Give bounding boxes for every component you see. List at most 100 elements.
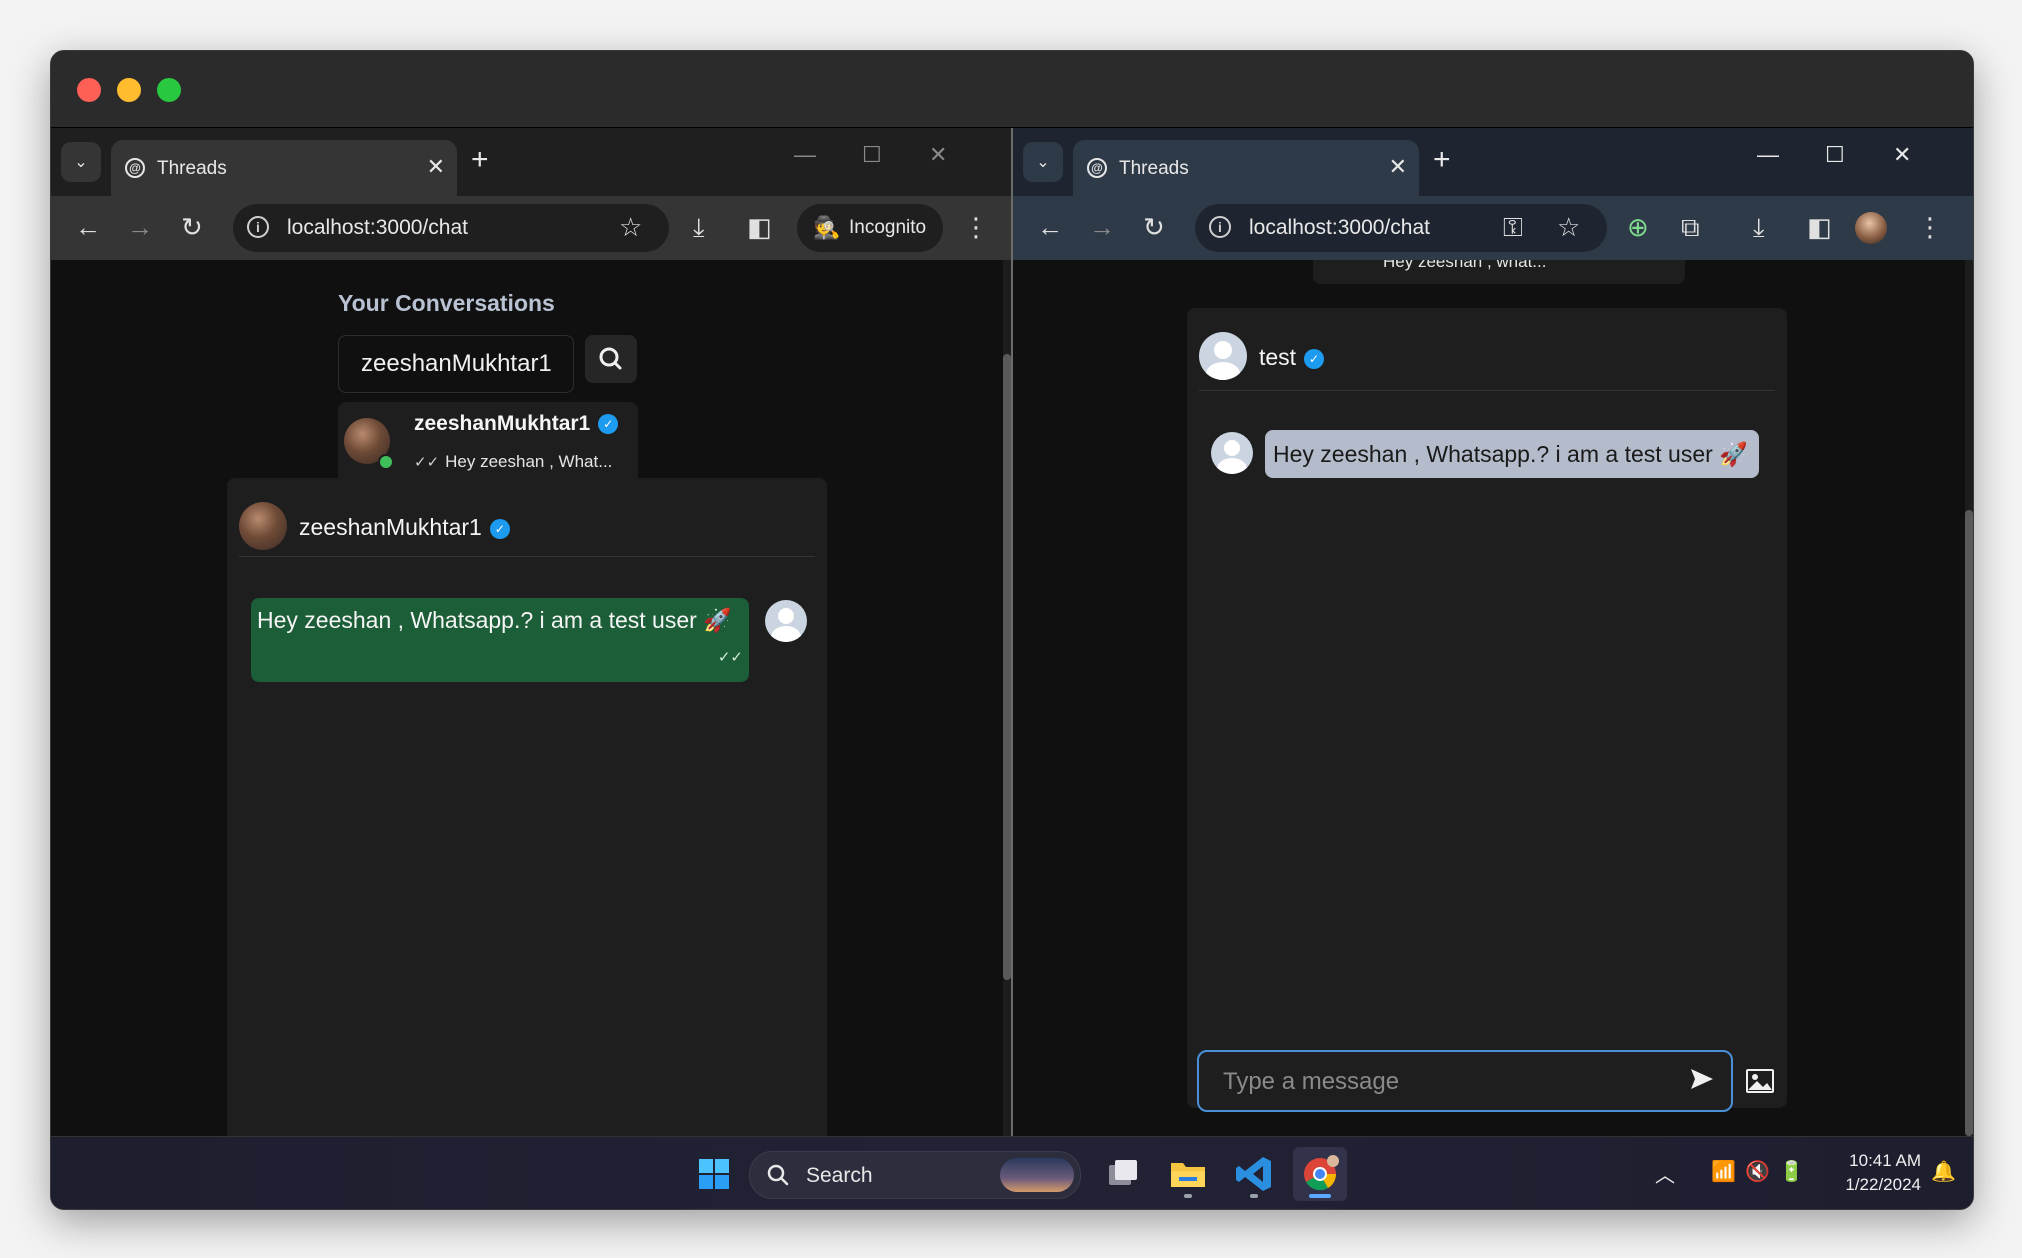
maximize-icon[interactable]: ☐ (862, 142, 882, 168)
scrollbar-thumb[interactable] (1965, 510, 1973, 1136)
conversation-item-peek[interactable]: Hey zeesnan , wnat... (1313, 260, 1685, 284)
bookmark-star-icon[interactable]: ☆ (619, 212, 642, 242)
tab-threads[interactable]: @ Threads ✕ (1073, 140, 1419, 196)
vscode-icon[interactable] (1227, 1147, 1281, 1201)
conversation-search-input[interactable] (338, 335, 574, 393)
chevron-up-icon[interactable]: ︿ (1655, 1159, 1675, 1188)
verified-badge-icon: ✓ (598, 414, 619, 435)
incognito-badge[interactable]: 🕵 Incognito (797, 204, 943, 252)
tab-title: Threads (157, 158, 227, 179)
profile-avatar[interactable] (1855, 212, 1887, 244)
download-icon[interactable]: ⤓ (693, 212, 705, 242)
conversations-title: Your Conversations (338, 290, 555, 316)
system-clock[interactable]: 10:41 AM 1/22/2024 (1821, 1149, 1921, 1197)
tab-strip: ⌄ @ Threads ✕ + — ☐ ✕ (51, 128, 1011, 196)
url-text: localhost:3000/chat (1249, 216, 1430, 239)
default-avatar-icon (1199, 332, 1247, 380)
chat-partner-name-text: zeeshanMukhtar1 (299, 514, 482, 540)
extensions-puzzle-icon[interactable]: ⧉ (1681, 212, 1700, 242)
bookmark-star-icon[interactable]: ☆ (1557, 212, 1580, 242)
download-icon[interactable]: ⤓ (1753, 212, 1765, 242)
incoming-message-bubble: Hey zeeshan , Whatsapp.? i am a test use… (1265, 430, 1759, 478)
running-indicator (1309, 1194, 1331, 1198)
incognito-icon: 🕵 (813, 215, 841, 240)
wifi-icon[interactable]: 📶 (1711, 1159, 1736, 1184)
back-arrow-icon[interactable]: ← (75, 212, 101, 242)
new-tab-plus-icon[interactable]: + (471, 142, 489, 178)
reload-icon[interactable]: ↻ (1143, 212, 1165, 242)
search-button[interactable] (585, 335, 637, 383)
message-input[interactable] (1221, 1062, 1665, 1102)
site-info-icon[interactable]: i (247, 216, 269, 238)
reload-icon[interactable]: ↻ (181, 212, 203, 242)
taskbar: Search ︿ 📶 🔇 🔋 10:41 AM 1/22/2024 🔔 (51, 1136, 1973, 1209)
tab-close-icon[interactable]: ✕ (1389, 154, 1407, 180)
conversation-name-text: zeeshanMukhtar1 (414, 412, 591, 435)
tab-strip: ⌄ @ Threads ✕ + — ☐ ✕ (1013, 128, 1973, 196)
conversation-item[interactable]: zeeshanMukhtar1 ✓ ✓✓ Hey zeeshan , What... (338, 402, 638, 484)
online-status-dot (378, 454, 394, 470)
conversation-preview: ✓✓ Hey zeeshan , What... (414, 452, 612, 472)
browser-toolbar: ← → ↻ i localhost:3000/chat ⚿ ☆ ⊕ ⧉ ⤓ ◧ … (1013, 196, 1973, 260)
close-window-icon[interactable]: ✕ (1893, 142, 1911, 168)
minimize-icon[interactable]: — (794, 142, 816, 168)
side-panel-icon[interactable]: ◧ (747, 212, 772, 242)
windows-start-icon[interactable] (687, 1147, 741, 1201)
site-info-icon[interactable]: i (1209, 216, 1231, 238)
verified-badge-icon: ✓ (1304, 348, 1325, 369)
address-bar[interactable]: i localhost:3000/chat ⚿ ☆ (1195, 204, 1607, 252)
menu-kebab-icon[interactable]: ⋮ (1917, 212, 1943, 242)
minimize-icon[interactable]: — (1757, 142, 1779, 168)
page-content: Your Conversations zeeshanMukhtar1 ✓ ✓✓ He… (51, 260, 1011, 1136)
send-icon[interactable] (1689, 1066, 1715, 1097)
running-indicator (1250, 1194, 1258, 1198)
menu-kebab-icon[interactable]: ⋮ (963, 212, 989, 242)
battery-icon[interactable]: 🔋 (1779, 1159, 1804, 1184)
left-browser-window: ⌄ @ Threads ✕ + — ☐ ✕ ← → ↻ i localhost:… (51, 128, 1011, 1136)
clock-date: 1/22/2024 (1845, 1175, 1921, 1194)
default-avatar-icon (1211, 432, 1253, 474)
tab-close-icon[interactable]: ✕ (427, 154, 445, 180)
tab-threads[interactable]: @ Threads ✕ (111, 140, 457, 196)
message-text: Hey zeeshan , Whatsapp.? i am a test use… (1273, 441, 1748, 467)
volume-muted-icon[interactable]: 🔇 (1745, 1159, 1770, 1184)
scrollbar-thumb[interactable] (1003, 354, 1011, 980)
tab-search-chevron-icon[interactable]: ⌄ (61, 142, 101, 182)
add-extension-icon[interactable]: ⊕ (1627, 212, 1649, 242)
search-icon (767, 1164, 789, 1186)
back-arrow-icon[interactable]: ← (1037, 212, 1063, 242)
threads-favicon-icon: @ (125, 158, 145, 178)
chrome-icon[interactable] (1293, 1147, 1347, 1201)
address-bar[interactable]: i localhost:3000/chat ☆ (233, 204, 669, 252)
scrollbar[interactable] (1003, 260, 1011, 1136)
page-content: Hey zeesnan , wnat... test ✓ Hey zeeshan … (1013, 260, 1973, 1136)
forward-arrow-icon[interactable]: → (1089, 212, 1115, 242)
minimize-traffic-light[interactable] (117, 78, 141, 102)
file-explorer-icon[interactable] (1161, 1147, 1215, 1201)
task-view-icon[interactable] (1095, 1147, 1149, 1201)
mac-titlebar (51, 51, 1973, 128)
new-tab-plus-icon[interactable]: + (1433, 142, 1451, 178)
zoom-traffic-light[interactable] (157, 78, 181, 102)
chat-panel: test ✓ Hey zeeshan , Whatsapp.? i am a te… (1187, 308, 1787, 1112)
avatar (239, 502, 287, 550)
close-window-icon[interactable]: ✕ (929, 142, 947, 168)
chat-header: test ✓ (1199, 328, 1775, 391)
mac-window: ⌄ @ Threads ✕ + — ☐ ✕ ← → ↻ i localhost:… (50, 50, 1974, 1210)
verified-badge-icon: ✓ (489, 518, 510, 539)
password-key-icon[interactable]: ⚿ (1503, 212, 1523, 242)
maximize-icon[interactable]: ☐ (1825, 142, 1845, 168)
side-panel-icon[interactable]: ◧ (1807, 212, 1832, 242)
chat-partner-name-text: test (1259, 344, 1297, 370)
clock-time: 10:41 AM (1849, 1151, 1921, 1170)
scrollbar[interactable] (1965, 260, 1973, 1136)
chat-partner-name: test ✓ (1259, 344, 1325, 371)
close-traffic-light[interactable] (77, 78, 101, 102)
image-upload-icon[interactable] (1745, 1068, 1775, 1094)
chat-header: zeeshanMukhtar1 ✓ (239, 498, 815, 557)
notification-bell-icon[interactable]: 🔔 (1931, 1159, 1956, 1184)
tab-search-chevron-icon[interactable]: ⌄ (1023, 142, 1063, 182)
taskbar-search[interactable]: Search (749, 1151, 1081, 1199)
forward-arrow-icon[interactable]: → (127, 212, 153, 242)
chat-panel: zeeshanMukhtar1 ✓ Hey zeeshan , Whatsapp.… (227, 478, 827, 1136)
